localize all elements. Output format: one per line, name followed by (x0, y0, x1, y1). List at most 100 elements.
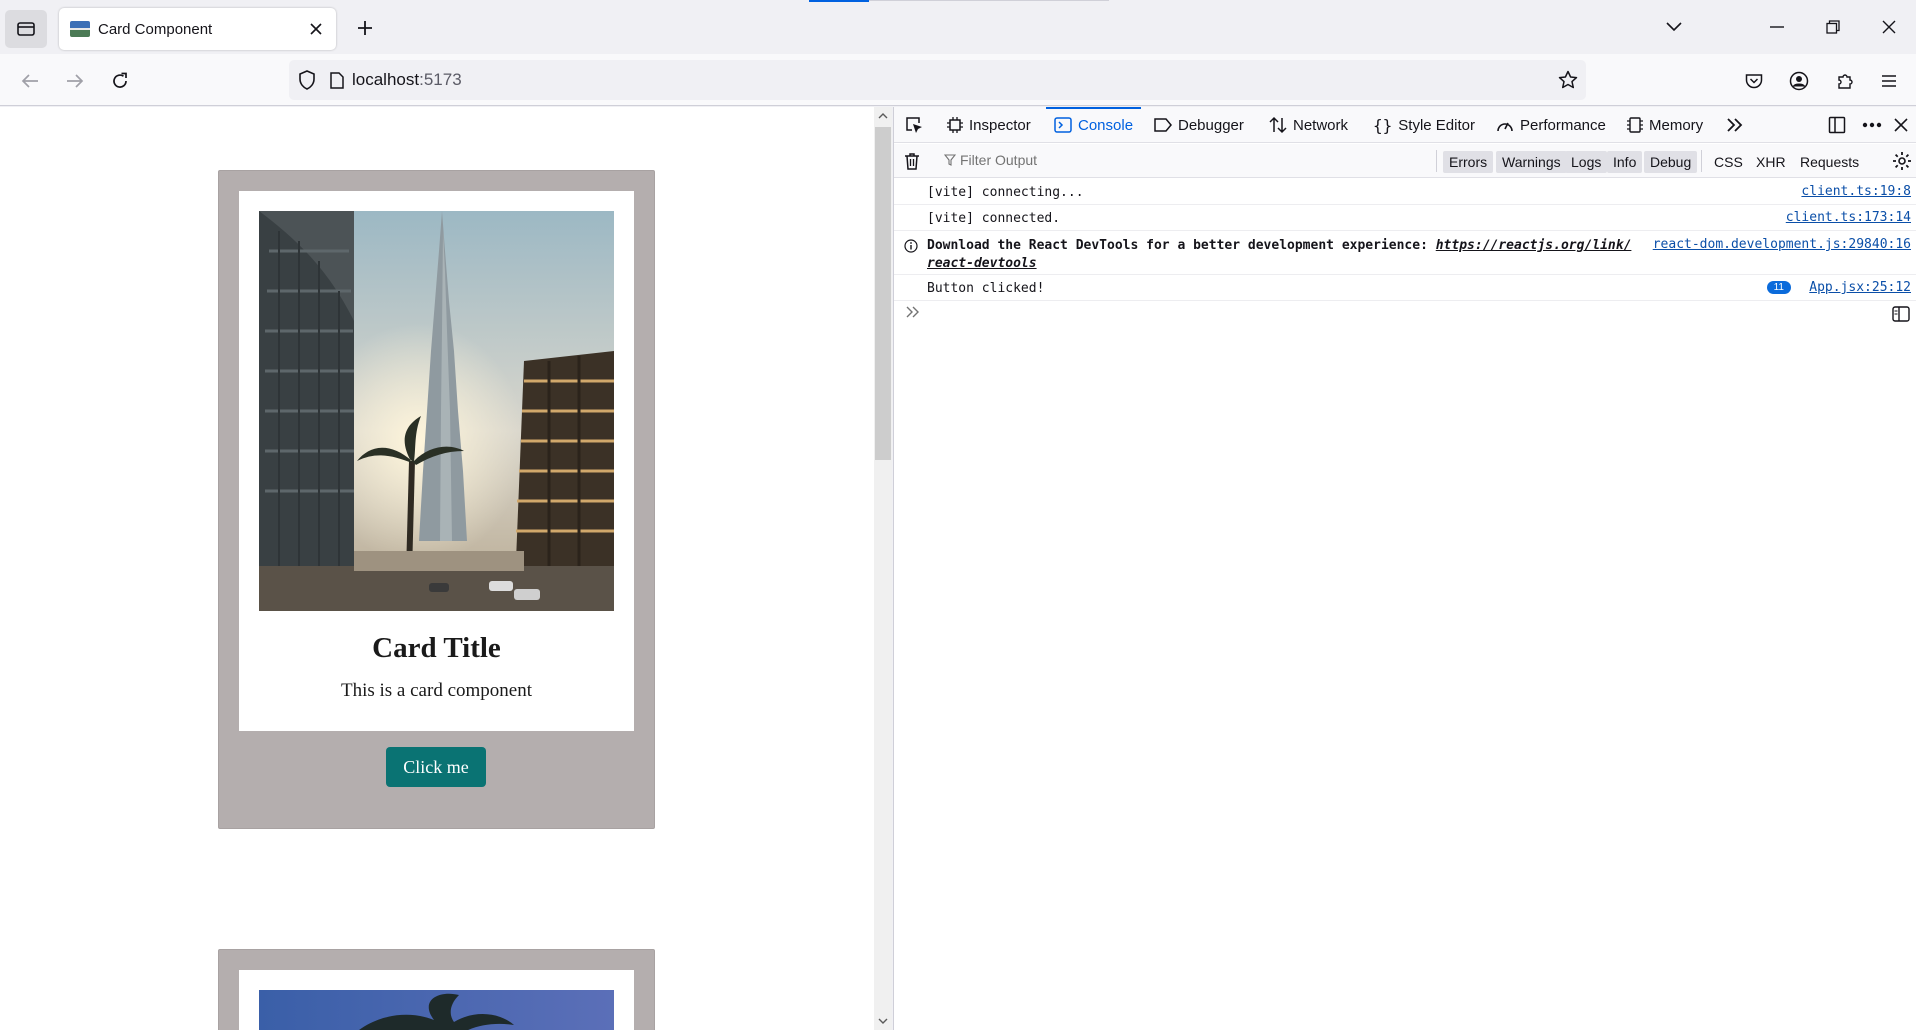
plus-icon (358, 21, 372, 35)
tab-console[interactable]: Console (1045, 107, 1142, 143)
card-image (259, 990, 614, 1030)
clear-console-button[interactable] (904, 152, 920, 175)
tab-drag-indicator-track (869, 0, 1109, 1)
minimize-icon (1770, 26, 1784, 28)
tab-debugger-label: Debugger (1178, 116, 1244, 134)
card-title: Card Title (372, 632, 501, 664)
console-message-text: [vite] connected. (927, 211, 1061, 226)
info-icon (904, 239, 918, 257)
card-text: This is a card component (340, 680, 532, 701)
console-message: [vite] connecting... client.ts:19:8 (894, 179, 1916, 205)
pocket-button[interactable] (1738, 65, 1770, 97)
forward-button[interactable] (59, 65, 91, 97)
list-all-tabs-button[interactable] (1659, 12, 1689, 42)
filter-css-button[interactable]: CSS (1708, 151, 1749, 173)
element-picker-icon (906, 117, 922, 133)
favicon-icon (70, 21, 90, 37)
navigation-toolbar: localhost:5173 (0, 54, 1916, 106)
account-button[interactable] (1783, 65, 1815, 97)
split-editor-icon (1892, 306, 1910, 322)
editor-mode-toggle[interactable] (1892, 306, 1910, 327)
tab-card-component[interactable]: Card Component (59, 8, 336, 50)
devtools-panel: Inspector Console Debugger Network {} St… (893, 107, 1916, 1030)
console-message-source[interactable]: client.ts:19:8 (1801, 184, 1911, 199)
scroll-down-arrow-icon[interactable] (874, 1012, 892, 1030)
close-window-button[interactable] (1874, 12, 1904, 42)
tab-network[interactable]: Network (1269, 107, 1348, 143)
close-devtools-button[interactable] (1894, 107, 1908, 143)
console-message-text: [vite] connecting... (927, 185, 1084, 200)
click-me-button[interactable]: Click me (386, 747, 486, 787)
tab-memory-label: Memory (1649, 116, 1704, 134)
reload-button[interactable] (104, 65, 136, 97)
console-message-text: Button clicked! (927, 281, 1045, 296)
tab-style-editor[interactable]: {} Style Editor (1373, 107, 1475, 143)
tab-network-label: Network (1293, 116, 1349, 134)
network-icon (1269, 116, 1287, 134)
bookmark-star-icon[interactable] (1558, 70, 1578, 90)
debugger-icon (1154, 117, 1172, 133)
filter-info-button[interactable]: Info (1607, 151, 1643, 173)
memory-icon (1627, 116, 1643, 134)
filter-output-input[interactable]: Filter Output (944, 152, 1037, 168)
style-editor-icon: {} (1373, 115, 1393, 135)
account-icon (1789, 71, 1809, 91)
extensions-button[interactable] (1829, 65, 1861, 97)
restore-button[interactable] (1818, 12, 1848, 42)
filter-xhr-button[interactable]: XHR (1750, 151, 1792, 173)
element-picker-button[interactable] (904, 107, 924, 143)
url-port: :5173 (419, 70, 462, 89)
filter-errors-button[interactable]: Errors (1443, 151, 1494, 173)
console-message-info: Download the React DevTools for a better… (894, 231, 1916, 275)
close-tab-icon[interactable] (304, 17, 328, 41)
page-scrollbar[interactable] (874, 107, 892, 1030)
restore-icon (1826, 20, 1840, 34)
inspector-icon (947, 117, 963, 133)
card (218, 949, 655, 1030)
filter-warnings-button[interactable]: Warnings (1496, 151, 1567, 173)
console-settings-button[interactable] (1892, 151, 1912, 176)
more-tools-button[interactable] (1726, 107, 1744, 143)
pocket-icon (1745, 74, 1763, 89)
tab-performance-label: Performance (1520, 116, 1606, 134)
scroll-up-arrow-icon[interactable] (874, 107, 892, 125)
tab-inspector[interactable]: Inspector (947, 107, 1031, 143)
dock-toggle-button[interactable] (1828, 107, 1846, 143)
more-options-icon (1862, 122, 1882, 128)
back-button[interactable] (14, 65, 46, 97)
filter-funnel-icon (944, 154, 956, 166)
console-output: [vite] connecting... client.ts:19:8 [vit… (894, 179, 1916, 301)
tab-debugger[interactable]: Debugger (1154, 107, 1244, 143)
new-tab-button[interactable] (349, 12, 381, 44)
tab-strip: Card Component (0, 0, 1916, 54)
console-input-prompt[interactable] (906, 305, 920, 323)
close-icon (1894, 118, 1908, 132)
firefox-view-icon (17, 22, 35, 36)
tab-memory[interactable]: Memory (1627, 107, 1703, 143)
devtools-menu-button[interactable] (1862, 107, 1882, 143)
tracking-protection-shield-icon[interactable] (298, 70, 316, 90)
tab-drag-indicator (809, 0, 869, 2)
url-bar[interactable]: localhost:5173 (289, 60, 1586, 100)
filter-requests-button[interactable]: Requests (1794, 151, 1865, 173)
console-message-source[interactable]: App.jsx:25:12 (1809, 280, 1911, 295)
console-message-source[interactable]: client.ts:173:14 (1786, 210, 1911, 225)
prompt-chevron-icon (906, 306, 919, 318)
page-info-icon[interactable] (330, 71, 344, 89)
app-menu-button[interactable] (1873, 65, 1905, 97)
scrollbar-thumb[interactable] (875, 127, 891, 460)
hamburger-menu-icon (1882, 75, 1896, 87)
firefox-view-button[interactable] (5, 10, 47, 48)
reload-icon (113, 72, 127, 88)
filter-logs-button[interactable]: Logs (1565, 151, 1608, 173)
console-message-source[interactable]: react-dom.development.js:29840:16 (1653, 237, 1911, 252)
minimize-button[interactable] (1762, 12, 1792, 42)
filter-placeholder: Filter Output (960, 152, 1038, 168)
url-host: localhost (352, 70, 420, 89)
tab-style-editor-label: Style Editor (1398, 116, 1475, 134)
filter-debug-button[interactable]: Debug (1644, 151, 1698, 173)
card-body: Card Title This is a card component (239, 191, 634, 731)
back-arrow-icon (21, 74, 38, 88)
tab-title: Card Component (98, 20, 213, 38)
tab-performance[interactable]: Performance (1496, 107, 1606, 143)
